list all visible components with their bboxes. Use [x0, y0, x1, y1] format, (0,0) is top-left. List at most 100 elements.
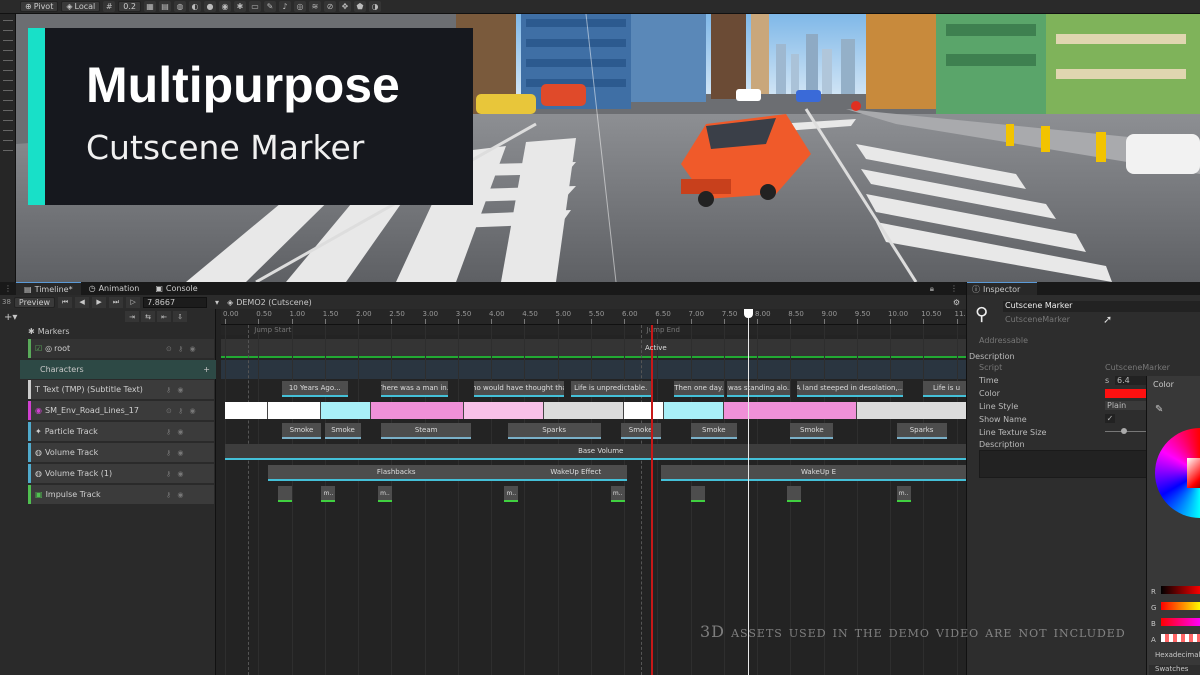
track-controls-icon[interactable]: ⚷ ◉ — [166, 491, 214, 499]
snap-settings-icon[interactable]: ▦ — [143, 1, 156, 12]
track-impulse[interactable]: ▣ Impulse Track ⚷ ◉ — [28, 485, 214, 504]
ripple-icon[interactable]: ⇆ — [141, 311, 155, 322]
track-controls-icon[interactable]: ⚷ ◉ — [166, 470, 214, 478]
subtitle_clips-clip[interactable]: A land steeped in desolation,... — [796, 381, 904, 397]
field-script-value[interactable]: CutsceneMarker — [1105, 363, 1170, 372]
object-name-field[interactable]: Cutscene Marker — [1003, 301, 1200, 312]
timeline-settings-icon[interactable]: ⚙ — [953, 298, 966, 307]
volume1_clips-clip[interactable]: WakeUp E — [660, 465, 966, 481]
camera-icon[interactable]: ▭ — [248, 1, 261, 12]
tab-console[interactable]: ▣ Console — [147, 282, 205, 295]
frame-field[interactable]: 7.8667 — [143, 296, 208, 308]
particle_clips-clip[interactable]: Smoke — [790, 423, 834, 439]
tab-timeline[interactable]: ▤ Timeline* — [16, 282, 81, 295]
particle_clips-clip[interactable]: Sparks — [507, 423, 601, 439]
addressable-label[interactable]: Addressable — [979, 336, 1028, 345]
asset-dropdown-icon[interactable]: ▾ — [210, 298, 224, 307]
particle_clips-clip[interactable]: Smoke — [690, 423, 738, 439]
track-controls-icon[interactable]: ⚷ ◉ — [166, 449, 214, 457]
gizmos-icon[interactable]: ✎ — [263, 1, 276, 12]
goto-end-icon[interactable]: ▷ — [126, 296, 141, 308]
visibility-icon[interactable]: ◎ — [293, 1, 306, 12]
particle_clips-clip[interactable]: Smoke — [620, 423, 661, 439]
track-controls-icon[interactable]: ⊙ ⚷ ◉ — [166, 407, 214, 415]
channel-r-slider[interactable] — [1161, 586, 1200, 594]
particle_clips-clip[interactable]: Smoke — [281, 423, 322, 439]
channel-a-slider[interactable] — [1161, 634, 1200, 642]
eyedropper-icon[interactable]: ✎ — [1155, 404, 1163, 415]
tab-inspector[interactable]: ⓘ Inspector — [967, 282, 1037, 295]
lock-icon[interactable]: 🔒︎ — [922, 282, 942, 295]
field-show-name-checkbox[interactable]: ✓ — [1105, 414, 1115, 423]
track-root[interactable]: ☑ ◎ root ⊙ ⚷ ◉ — [28, 339, 214, 358]
subtitle_clips-clip[interactable]: Who would have thought tha... — [474, 381, 565, 397]
track-road-lines[interactable]: ◉ SM_Env_Road_Lines_17 ⊙ ⚷ ◉ — [28, 401, 214, 420]
impulse-clip[interactable]: m.. — [321, 486, 336, 502]
impulse-clip[interactable] — [278, 486, 293, 502]
shading-lit-icon[interactable]: ◉ — [218, 1, 231, 12]
channel-b-slider[interactable] — [1161, 618, 1200, 626]
clip-edit-icon[interactable]: ⇥ — [125, 311, 139, 322]
track-controls-icon[interactable]: ⚷ ◉ — [166, 386, 214, 394]
shading-wire-icon[interactable]: ◐ — [188, 1, 201, 12]
subtitle_clips-clip[interactable]: Life is u — [923, 381, 966, 397]
subtitle_clips-clip[interactable]: There was a man in.. — [381, 381, 448, 397]
snap-value-field[interactable]: 0.2 — [118, 1, 141, 12]
impulse-clip[interactable]: m.. — [377, 486, 392, 502]
goto-start-icon[interactable]: ⏮ — [58, 296, 73, 308]
shading-shaded-icon[interactable]: ● — [203, 1, 216, 12]
layers-icon[interactable]: ≋ — [308, 1, 321, 12]
local-dropdown[interactable]: ◈ Local — [61, 1, 101, 12]
base-volume-clip[interactable]: Base Volume — [225, 444, 966, 460]
impulse-clip[interactable] — [690, 486, 705, 502]
snap-icon[interactable]: ⇩ — [173, 311, 187, 322]
shading-global-icon[interactable]: ◍ — [173, 1, 186, 12]
track-volume[interactable]: ◍ Volume Track ⚷ ◉ — [28, 443, 214, 462]
add-track-icon[interactable]: +▾ — [4, 312, 17, 323]
description-textarea[interactable] — [979, 450, 1149, 478]
track-controls-icon[interactable]: ⊙ ⚷ ◉ — [166, 345, 214, 353]
preview-button[interactable]: Preview — [13, 296, 56, 308]
tab-animation[interactable]: ◷ Animation — [81, 282, 148, 295]
timeline-lanes[interactable]: 0.00 0.50 1.00 1.50 2.00 2.50 3.00 3.50 4.00 4.50… — [221, 309, 966, 675]
orientation-icon[interactable]: ✥ — [338, 1, 351, 12]
prev-frame-icon[interactable]: ◀︎ — [75, 296, 90, 308]
panel-menu-icon[interactable]: ⋮ — [0, 282, 16, 295]
tool-handle-icon[interactable]: ⬟ — [353, 1, 366, 12]
track-subtitle-text[interactable]: T Text (TMP) (Subtitle Text) ⚷ ◉ — [28, 380, 214, 399]
subtitle_clips-clip[interactable]: Life is unpredictable. — [570, 381, 651, 397]
grid-visibility-icon[interactable]: ▤ — [158, 1, 171, 12]
subtitle_clips-clip[interactable]: Then one day. — [673, 381, 724, 397]
replace-icon[interactable]: ⇤ — [157, 311, 171, 322]
saturation-square[interactable] — [1187, 458, 1200, 488]
track-markers[interactable]: ✱ Markers — [28, 325, 214, 337]
play-icon[interactable]: ▶︎ — [92, 296, 107, 308]
add-group-icon[interactable]: + — [203, 365, 210, 374]
channel-g-slider[interactable] — [1161, 602, 1200, 610]
slider-handle[interactable] — [1121, 428, 1127, 434]
track-characters[interactable]: Characters + — [20, 360, 216, 379]
checkbox-icon[interactable]: ☑ — [35, 344, 42, 353]
track-volume-1[interactable]: ◍ Volume Track (1) ⚷ ◉ — [28, 464, 214, 483]
volume1_clips-clip[interactable]: WakeUp Effect — [524, 465, 628, 481]
field-line-style-dropdown[interactable]: Plain — [1105, 401, 1149, 410]
particle_clips-clip[interactable]: Smoke — [324, 423, 362, 439]
track-controls-icon[interactable]: ⚷ ◉ — [166, 428, 214, 436]
volume1_clips-clip[interactable]: Flashbacks — [268, 465, 525, 481]
scene-fx-icon[interactable]: ✱ — [233, 1, 246, 12]
hidden-icon[interactable]: ⊘ — [323, 1, 336, 12]
impulse-clip[interactable]: m.. — [504, 486, 519, 502]
overlay-icon[interactable]: ◑ — [368, 1, 381, 12]
swatches-foldout[interactable]: Swatches — [1149, 665, 1200, 675]
field-color-swatch[interactable] — [1105, 389, 1149, 398]
subtitle_clips-clip[interactable]: 10 Years Ago... — [281, 381, 349, 397]
impulse-clip[interactable]: m.. — [610, 486, 625, 502]
field-time-value[interactable]: 6.4 — [1115, 376, 1149, 385]
particle_clips-clip[interactable]: Steam — [381, 423, 472, 439]
window-menu-icon[interactable]: ⋮ — [942, 282, 966, 295]
timeline-asset-name[interactable]: DEMO2 (Cutscene) — [236, 298, 312, 307]
grid-snap-icon[interactable]: # — [103, 1, 116, 12]
subtitle_clips-clip[interactable]: I was standing alo... — [727, 381, 791, 397]
impulse-clip[interactable]: m.. — [896, 486, 911, 502]
impulse-clip[interactable] — [786, 486, 801, 502]
